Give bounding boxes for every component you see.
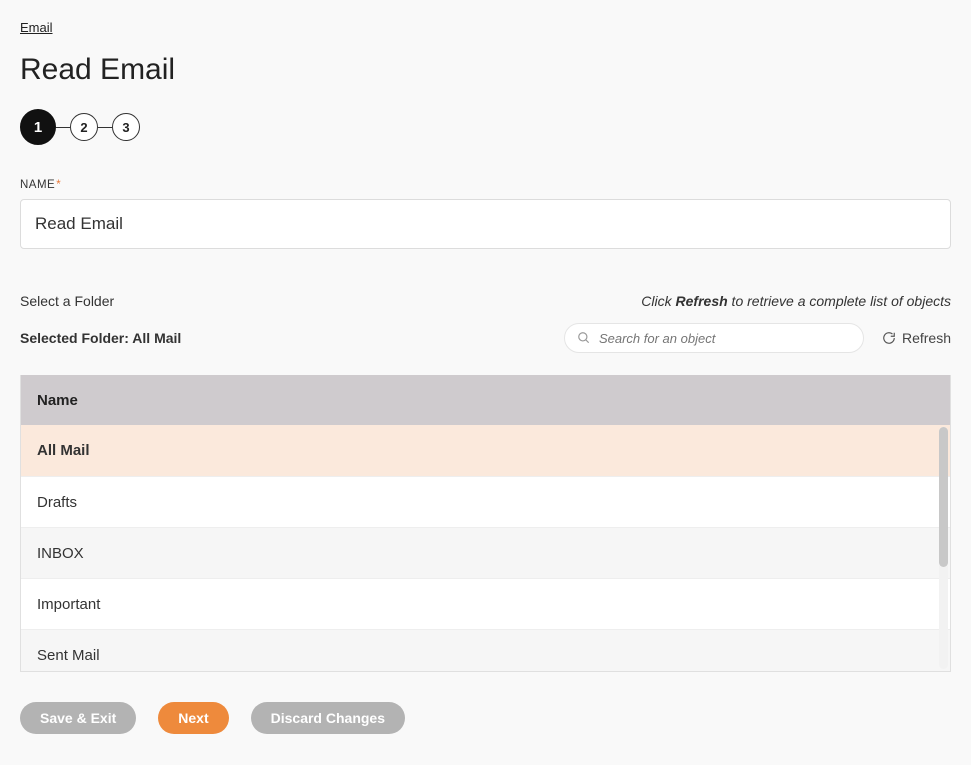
table-row[interactable]: All Mail xyxy=(21,425,950,476)
folder-name: Drafts xyxy=(37,494,77,511)
step-2[interactable]: 2 xyxy=(70,113,98,141)
selected-folder-label: Selected Folder: All Mail xyxy=(20,330,181,346)
select-folder-label: Select a Folder xyxy=(20,293,114,309)
save-exit-button[interactable]: Save & Exit xyxy=(20,702,136,734)
table-row[interactable]: INBOX xyxy=(21,527,950,578)
table-header: Name xyxy=(21,375,950,425)
folder-table: Name All Mail Drafts INBOX Important Sen… xyxy=(20,375,951,672)
footer-buttons: Save & Exit Next Discard Changes xyxy=(20,702,951,734)
step-connector xyxy=(98,127,112,128)
breadcrumb: Email xyxy=(20,20,951,35)
page-title: Read Email xyxy=(20,53,951,87)
required-marker: * xyxy=(56,179,61,191)
step-1[interactable]: 1 xyxy=(20,109,56,145)
refresh-label: Refresh xyxy=(902,330,951,346)
folder-name: Sent Mail xyxy=(37,647,100,664)
refresh-button[interactable]: Refresh xyxy=(882,330,951,346)
folder-name: All Mail xyxy=(37,442,90,459)
table-row[interactable]: Important xyxy=(21,578,950,629)
search-icon xyxy=(577,331,591,345)
breadcrumb-link-email[interactable]: Email xyxy=(20,20,53,35)
search-input[interactable] xyxy=(591,331,851,346)
folder-name: Important xyxy=(37,596,100,613)
search-container xyxy=(564,323,864,353)
column-header-name: Name xyxy=(37,392,78,409)
table-body: All Mail Drafts INBOX Important Sent Mai… xyxy=(21,425,950,671)
refresh-hint: Click Refresh to retrieve a complete lis… xyxy=(641,293,951,309)
discard-changes-button[interactable]: Discard Changes xyxy=(251,702,405,734)
name-input[interactable] xyxy=(20,199,951,249)
refresh-icon xyxy=(882,331,896,345)
name-label: NAME* xyxy=(20,179,951,191)
table-row[interactable]: Drafts xyxy=(21,476,950,527)
folder-name: INBOX xyxy=(37,545,84,562)
stepper: 1 2 3 xyxy=(20,109,951,145)
scrollbar-thumb[interactable] xyxy=(939,427,948,567)
next-button[interactable]: Next xyxy=(158,702,228,734)
step-3[interactable]: 3 xyxy=(112,113,140,141)
step-connector xyxy=(56,127,70,128)
table-row[interactable]: Sent Mail xyxy=(21,629,950,671)
